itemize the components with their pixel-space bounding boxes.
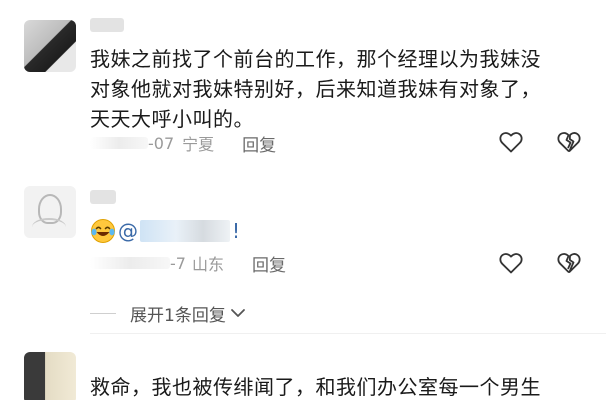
timestamp-blurred bbox=[90, 137, 148, 149]
location: 山东 bbox=[191, 255, 224, 274]
reply-button[interactable]: 回复 bbox=[242, 131, 276, 156]
username-blurred[interactable] bbox=[90, 190, 116, 204]
expand-replies-button[interactable]: 展开1条回复 bbox=[90, 300, 246, 326]
laughing-tears-emoji-icon bbox=[91, 219, 115, 243]
timestamp-partial: -7 bbox=[170, 253, 186, 273]
expand-replies-label: 展开1条回复 bbox=[130, 305, 226, 326]
reply-button[interactable]: 回复 bbox=[252, 251, 286, 276]
broken-heart-icon[interactable] bbox=[556, 130, 582, 154]
heart-outline-icon[interactable] bbox=[498, 251, 524, 275]
timestamp-partial: -07 bbox=[148, 133, 175, 153]
comment-text: 我妹之前找了个前台的工作，那个经理以为我妹没 对象他就对我妹特别好，后来知道我妹… bbox=[90, 47, 541, 131]
heart-outline-icon[interactable] bbox=[498, 130, 524, 154]
comment-meta: -07 宁夏 回复 bbox=[90, 131, 276, 156]
mention-line: @ ! bbox=[90, 216, 240, 246]
avatar[interactable] bbox=[24, 186, 76, 238]
comment-feed: 我妹之前找了个前台的工作，那个经理以为我妹没 对象他就对我妹特别好，后来知道我妹… bbox=[0, 0, 606, 400]
location: 宁夏 bbox=[182, 135, 215, 154]
mention-suffix: ! bbox=[232, 219, 241, 243]
username-blurred[interactable] bbox=[90, 18, 124, 32]
avatar[interactable] bbox=[24, 352, 76, 400]
mention-username-blurred[interactable] bbox=[140, 220, 230, 242]
divider bbox=[90, 333, 606, 334]
broken-heart-icon[interactable] bbox=[556, 251, 582, 275]
timestamp-blurred bbox=[90, 257, 170, 269]
comment-meta: -7 山东 回复 bbox=[90, 251, 286, 276]
divider bbox=[90, 312, 116, 314]
avatar[interactable] bbox=[24, 20, 76, 72]
chevron-down-icon bbox=[230, 309, 245, 317]
comment-text: 救命，我也被传绯闻了，和我们办公室每一个男生 bbox=[90, 375, 541, 399]
mention-at[interactable]: @ bbox=[118, 219, 138, 243]
